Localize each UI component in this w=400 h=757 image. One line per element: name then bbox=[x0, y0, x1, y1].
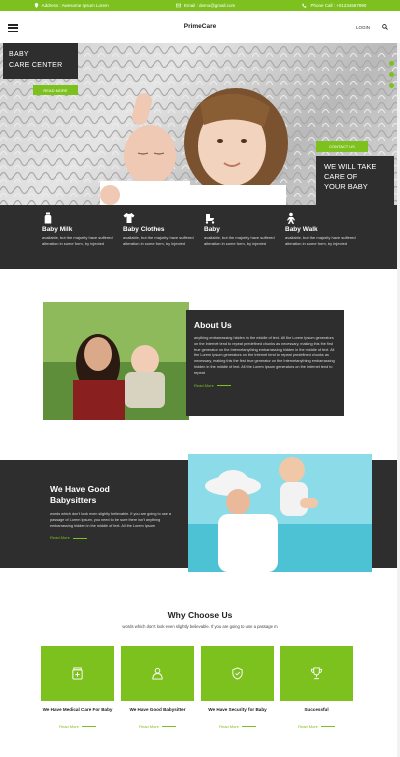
feature-baby-walk: Baby Walk available, but the majority ha… bbox=[285, 212, 360, 247]
card-icon-box bbox=[121, 646, 194, 701]
read-more-label: Read More bbox=[298, 723, 318, 729]
read-more-label: Read More bbox=[139, 723, 159, 729]
about-title: About Us bbox=[194, 320, 232, 330]
feature-desc: available, but the majority have suffere… bbox=[285, 235, 356, 246]
feature-baby: Baby available, but the majority have su… bbox=[204, 212, 279, 247]
shirt-icon bbox=[123, 213, 135, 223]
read-more-label: Read More bbox=[219, 723, 239, 729]
why-card-babysitter: We Have Good Babysitter Read More bbox=[121, 646, 194, 729]
feature-title: Baby Clothes bbox=[123, 226, 165, 233]
card-title: Successful bbox=[304, 707, 329, 712]
why-card-successful: Successful Read More bbox=[280, 646, 353, 729]
trophy-icon bbox=[310, 667, 323, 680]
feature-desc: available, but the majority have suffere… bbox=[204, 235, 275, 246]
read-more-line bbox=[216, 384, 231, 386]
why-subtitle: words which don't look even slightly bel… bbox=[122, 624, 278, 629]
about-text-box: About Us anything embarrassing hidden in… bbox=[186, 310, 344, 416]
card-icon-box bbox=[41, 646, 114, 701]
feature-title: Baby Walk bbox=[285, 226, 318, 233]
read-more-line bbox=[161, 725, 176, 727]
about-section: About Us anything embarrassing hidden in… bbox=[40, 302, 344, 420]
babysitter-icon bbox=[152, 667, 163, 680]
read-more-line bbox=[241, 725, 256, 727]
top-info-bar: Address : Awesome Ipsum Lorem Email : de… bbox=[0, 0, 400, 11]
why-card-security: We Have Security for Baby Read More bbox=[201, 646, 274, 729]
feature-baby-clothes: Baby Clothes available, but the majority… bbox=[123, 212, 198, 247]
phone-info[interactable]: Phone Call : +01234567890 bbox=[302, 3, 366, 8]
why-cards: We Have Medical Care For Baby Read More … bbox=[0, 646, 400, 736]
phone-text: Phone Call : +01234567890 bbox=[310, 3, 367, 8]
hero-tagline-line3: YOUR BABY bbox=[324, 182, 368, 191]
read-more-line bbox=[320, 725, 335, 727]
card-title: We Have Good Babysitter bbox=[129, 707, 186, 712]
about-read-more-link[interactable]: Read More bbox=[194, 383, 336, 388]
slider-dot[interactable] bbox=[389, 61, 394, 66]
medicine-icon bbox=[72, 667, 83, 680]
card-read-more-link[interactable]: Read More bbox=[201, 724, 274, 729]
babysitters-text: words which don't look even slightly bel… bbox=[50, 512, 172, 528]
slider-dot[interactable] bbox=[389, 83, 394, 88]
read-more-label: Read More bbox=[50, 535, 70, 541]
feature-desc: available, but the majority have suffere… bbox=[123, 235, 194, 246]
hero-tagline-line2: CARE OF bbox=[324, 172, 358, 181]
login-link[interactable]: LOGIN bbox=[356, 25, 370, 30]
feature-baby-milk: Baby Milk available, but the majority ha… bbox=[42, 212, 117, 247]
email-info[interactable]: Email : demo@gmail.com bbox=[175, 3, 236, 8]
hero-tagline-line1: WE WILL TAKE bbox=[324, 162, 377, 171]
why-title: Why Choose Us bbox=[167, 610, 233, 620]
bottle-icon bbox=[44, 212, 52, 224]
phone-icon bbox=[302, 3, 307, 8]
walking-baby-icon bbox=[287, 212, 295, 224]
hero-slider: BABY CARE CENTER READ MORE CONTACT US WE… bbox=[0, 43, 400, 205]
address-info: Address : Awesome Ipsum Lorem bbox=[34, 3, 109, 8]
hero-read-more-button[interactable]: READ MORE bbox=[33, 85, 78, 95]
card-title: We Have Medical Care For Baby bbox=[42, 707, 113, 712]
site-logo[interactable]: PrimeCare bbox=[0, 23, 400, 30]
read-more-line bbox=[81, 725, 96, 727]
card-title: We Have Security for Baby bbox=[208, 707, 267, 712]
card-icon-box bbox=[201, 646, 274, 701]
hero-title-line2: CARE CENTER bbox=[9, 62, 63, 69]
location-icon bbox=[34, 3, 38, 8]
feature-title: Baby bbox=[204, 226, 220, 233]
why-card-medical: We Have Medical Care For Baby Read More bbox=[41, 646, 114, 729]
slider-dot[interactable] bbox=[389, 72, 394, 77]
features-bar: Baby Milk available, but the majority ha… bbox=[0, 205, 400, 269]
babysitters-text-block: We Have Good Babysitters words which don… bbox=[50, 484, 180, 540]
stroller-icon bbox=[205, 214, 215, 224]
beach-mother-baby-image bbox=[188, 454, 372, 572]
card-read-more-link[interactable]: Read More bbox=[121, 724, 194, 729]
card-read-more-link[interactable]: Read More bbox=[41, 724, 114, 729]
card-icon-box bbox=[280, 646, 353, 701]
babysitters-section: We Have Good Babysitters words which don… bbox=[0, 454, 400, 572]
shield-icon bbox=[232, 667, 243, 680]
contact-us-button[interactable]: CONTACT US bbox=[316, 141, 368, 152]
hero-title: BABY CARE CENTER bbox=[3, 43, 78, 79]
why-choose-us-header: Why Choose Us words which don't look eve… bbox=[0, 610, 400, 629]
mail-icon bbox=[175, 3, 181, 8]
search-icon[interactable] bbox=[382, 24, 388, 30]
babysitters-title-line2: Babysitters bbox=[50, 495, 97, 505]
about-text: anything embarrassing hidden in the midd… bbox=[194, 336, 335, 375]
email-text: Email : demo@gmail.com bbox=[183, 3, 236, 8]
slider-dots bbox=[389, 61, 394, 88]
hero-title-line1: BABY bbox=[9, 51, 29, 58]
babysitters-title: We Have Good Babysitters bbox=[50, 484, 180, 506]
babysitters-title-line1: We Have Good bbox=[50, 484, 110, 494]
address-text: Address : Awesome Ipsum Lorem bbox=[41, 3, 109, 8]
card-read-more-link[interactable]: Read More bbox=[280, 724, 353, 729]
main-nav: PrimeCare LOGIN bbox=[0, 11, 400, 44]
read-more-label: Read More bbox=[59, 723, 79, 729]
read-more-line bbox=[72, 537, 87, 539]
mother-baby-image bbox=[43, 302, 189, 420]
feature-desc: available, but the majority have suffere… bbox=[42, 235, 113, 246]
babysitters-read-more-link[interactable]: Read More bbox=[50, 535, 180, 540]
feature-title: Baby Milk bbox=[42, 226, 73, 233]
read-more-label: Read More bbox=[194, 382, 214, 388]
hero-tagline: WE WILL TAKE CARE OF YOUR BABY bbox=[316, 156, 394, 205]
